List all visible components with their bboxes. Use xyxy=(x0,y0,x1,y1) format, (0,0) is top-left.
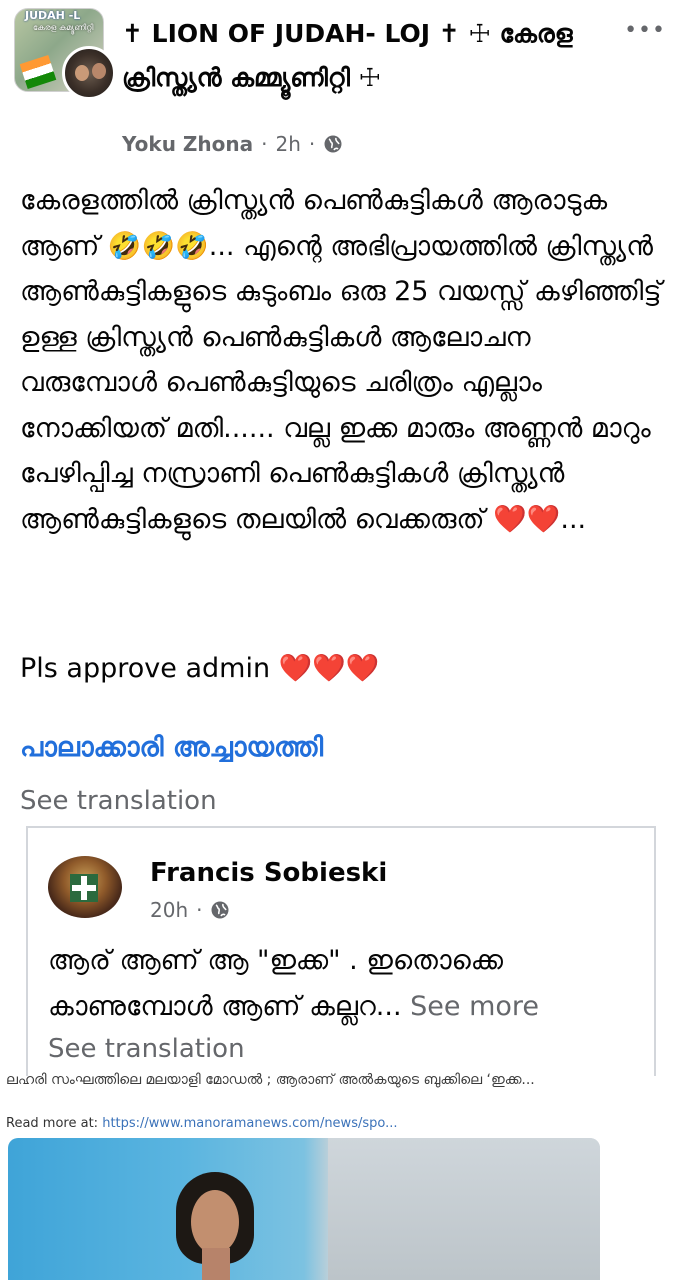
author-name[interactable]: Yoku Zhona xyxy=(122,132,253,156)
group-title[interactable]: ✝ LION OF JUDAH- LOJ ✝ ☩ കേരള ക്രിസ്ത്യൻ… xyxy=(122,12,600,100)
see-more-button[interactable]: See more xyxy=(410,991,539,1022)
group-avatar-sub: കേരള കമ്യൂണിറ്റി xyxy=(33,23,94,32)
meta-separator: · xyxy=(196,898,203,922)
read-more-label: Read more at: xyxy=(6,1116,99,1131)
cross-shield-icon xyxy=(70,874,98,902)
post-header: JUDAH -L കേരള കമ്യൂണിറ്റി ✝ LION OF JUDA… xyxy=(0,0,682,170)
meta-separator: · xyxy=(261,132,268,156)
shared-post-text: ആര് ആണ് ആ "ഇക്ക" . ഇതൊക്കെ കാണുമ്പോൾ ആണ്… xyxy=(48,938,638,1030)
hashtag-link[interactable]: പാലാക്കാരി അച്ചായത്തി xyxy=(20,732,323,764)
shared-post-time[interactable]: 20h xyxy=(150,898,188,922)
see-translation-button[interactable]: See translation xyxy=(20,786,217,816)
flag-image xyxy=(19,55,57,89)
post-approve-text: Pls approve admin ❤️❤️❤️ xyxy=(20,653,380,684)
post-time[interactable]: 2h xyxy=(275,132,300,156)
preview-right-panel xyxy=(328,1138,600,1280)
read-more-url[interactable]: https://www.manoramanews.com/news/spo... xyxy=(102,1116,397,1131)
more-options-button[interactable]: ••• xyxy=(624,18,666,43)
globe-icon xyxy=(324,135,342,153)
group-avatar-label: JUDAH -L xyxy=(25,9,81,22)
link-headline[interactable]: ലഹരി സംഘത്തിലെ മലയാളി മോഡൽ ; ആരാണ് അൽകയു… xyxy=(6,1072,682,1088)
link-preview-image[interactable] xyxy=(8,1138,600,1280)
read-more-line: Read more at: https://www.manoramanews.c… xyxy=(6,1116,398,1131)
shared-post-card[interactable]: Francis Sobieski 20h · ആര് ആണ് ആ "ഇക്ക" … xyxy=(26,826,656,1076)
meta-separator: · xyxy=(308,132,316,156)
avatar-face xyxy=(75,65,89,81)
shared-post-meta: 20h · xyxy=(150,898,230,922)
shared-see-translation-button[interactable]: See translation xyxy=(48,1034,245,1064)
shared-author-name[interactable]: Francis Sobieski xyxy=(150,858,387,888)
person-face xyxy=(191,1190,239,1254)
person-neck xyxy=(202,1248,230,1280)
author-avatar[interactable] xyxy=(62,46,116,100)
post-text: കേരളത്തിൽ ക്രിസ്ത്യൻ പെൺകുട്ടികൾ ആരാടുക … xyxy=(20,185,662,535)
globe-icon xyxy=(211,901,229,919)
post-meta: Yoku Zhona · 2h · xyxy=(122,132,343,156)
shared-author-avatar[interactable] xyxy=(48,856,122,918)
avatar-face xyxy=(92,63,106,79)
